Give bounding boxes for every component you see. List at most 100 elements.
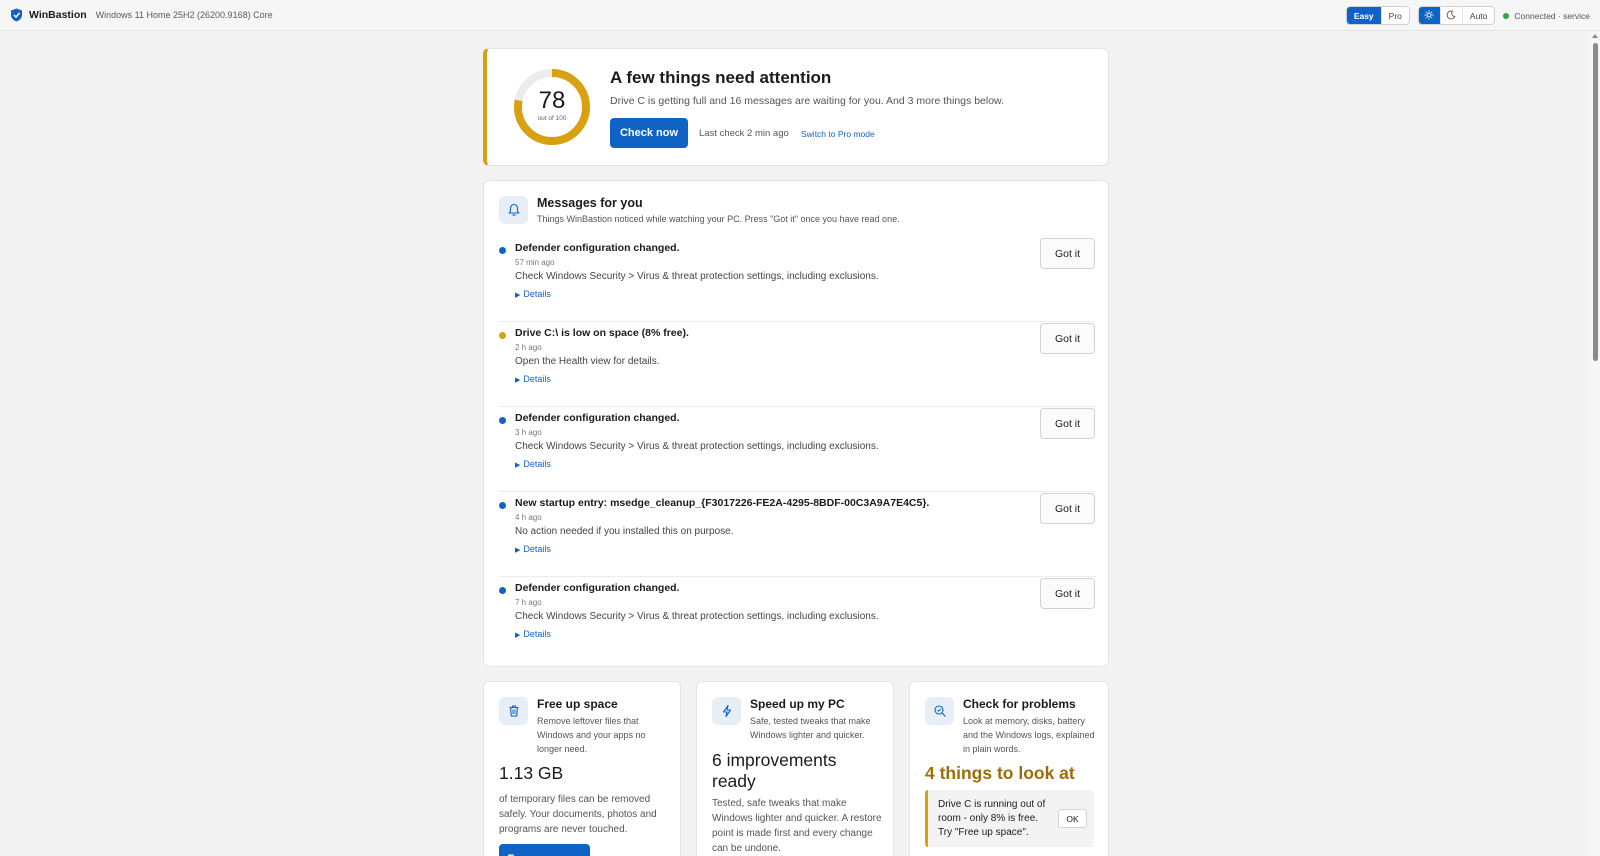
tile-title: Free up space bbox=[537, 697, 618, 711]
notice-ok-button[interactable]: OK bbox=[1058, 809, 1087, 828]
message-item: Defender configuration changed. 7 h ago … bbox=[499, 577, 1095, 662]
tile-body: Tested, safe tweaks that make Windows li… bbox=[712, 798, 882, 854]
message-body: Check Windows Security > Virus & threat … bbox=[515, 611, 879, 622]
message-details-toggle[interactable]: ▶ Details bbox=[515, 374, 551, 384]
got-it-button[interactable]: Got it bbox=[1040, 578, 1095, 609]
message-details-toggle[interactable]: ▶ Details bbox=[515, 289, 551, 299]
check-problems-tile: Check for problems Look at memory, disks… bbox=[909, 681, 1109, 856]
connection-label: Connected · service bbox=[1514, 10, 1590, 21]
top-controls: Easy Pro Auto Connected · service bbox=[1345, 6, 1590, 25]
message-title: Defender configuration changed. bbox=[515, 412, 680, 424]
health-score: 78 bbox=[538, 87, 566, 114]
scroll-up-arrow-icon[interactable] bbox=[1592, 34, 1598, 38]
message-body: Open the Health view for details. bbox=[515, 356, 660, 367]
message-title: Drive C:\ is low on space (8% free). bbox=[515, 327, 689, 339]
caret-right-icon: ▶ bbox=[515, 462, 521, 469]
theme-auto-option[interactable]: Auto bbox=[1463, 7, 1495, 24]
reclaimable-size: 1.13 GB bbox=[499, 763, 564, 783]
message-status-dot bbox=[499, 502, 506, 509]
message-status-dot bbox=[499, 332, 506, 339]
message-status-dot bbox=[499, 417, 506, 424]
message-body: Check Windows Security > Virus & threat … bbox=[515, 441, 879, 452]
issue-notice: Drive C is running out of room - only 8%… bbox=[925, 790, 1094, 847]
improvements-count: 6 improvements ready bbox=[712, 750, 837, 791]
trash-icon bbox=[499, 697, 528, 725]
notice-text: Drive C is running out of room - only 8%… bbox=[938, 799, 1046, 838]
message-details-toggle[interactable]: ▶ Details bbox=[515, 459, 551, 469]
got-it-button[interactable]: Got it bbox=[1040, 238, 1095, 269]
mode-switch: Easy Pro bbox=[1345, 6, 1410, 25]
messages-title: Messages for you bbox=[537, 196, 643, 210]
speed-up-tile: Speed up my PC Safe, tested tweaks that … bbox=[696, 681, 894, 856]
message-item: New startup entry: msedge_cleanup_{F3017… bbox=[499, 492, 1095, 577]
message-time: 3 h ago bbox=[515, 428, 542, 437]
details-label: Details bbox=[523, 459, 551, 469]
details-label: Details bbox=[523, 289, 551, 299]
theme-switch: Auto bbox=[1417, 6, 1496, 25]
shield-logo-icon bbox=[10, 8, 23, 22]
free-space-tile: Free up space Remove leftover files that… bbox=[483, 681, 681, 856]
app-name: WinBastion bbox=[29, 9, 87, 21]
caret-right-icon: ▶ bbox=[515, 547, 521, 554]
details-label: Details bbox=[523, 544, 551, 554]
os-info: Windows 11 Home 25H2 (26200.9168) Core bbox=[95, 10, 273, 20]
message-body: Check Windows Security > Virus & threat … bbox=[515, 271, 879, 282]
check-now-button[interactable]: Check now bbox=[610, 118, 688, 148]
theme-light-option[interactable] bbox=[1418, 7, 1441, 24]
message-time: 7 h ago bbox=[515, 598, 542, 607]
free-up-space-button[interactable]: Free up space bbox=[499, 844, 590, 856]
message-title: Defender configuration changed. bbox=[515, 582, 680, 594]
tile-title: Speed up my PC bbox=[750, 697, 845, 711]
page-title: A few things need attention bbox=[610, 68, 832, 87]
magnifier-check-icon bbox=[925, 697, 954, 725]
message-list: Defender configuration changed. 57 min a… bbox=[499, 237, 1095, 662]
tile-description: Remove leftover files that Windows and y… bbox=[537, 716, 646, 754]
hero-subtitle: Drive C is getting full and 16 messages … bbox=[610, 95, 1004, 107]
health-summary-card: 78 out of 100 A few things need attentio… bbox=[483, 48, 1109, 166]
health-score-ring: 78 out of 100 bbox=[512, 67, 592, 147]
top-bar: WinBastion Windows 11 Home 25H2 (26200.9… bbox=[0, 0, 1600, 31]
message-status-dot bbox=[499, 247, 506, 254]
messages-card: Messages for you Things WinBastion notic… bbox=[483, 180, 1109, 667]
message-body: No action needed if you installed this o… bbox=[515, 526, 734, 537]
status-dot bbox=[1503, 12, 1510, 19]
message-details-toggle[interactable]: ▶ Details bbox=[515, 544, 551, 554]
got-it-button[interactable]: Got it bbox=[1040, 323, 1095, 354]
sun-icon bbox=[1424, 10, 1434, 22]
message-title: New startup entry: msedge_cleanup_{F3017… bbox=[515, 497, 930, 509]
message-item: Defender configuration changed. 57 min a… bbox=[499, 237, 1095, 322]
lightning-icon bbox=[712, 697, 741, 725]
tile-body: of temporary files can be removed safely… bbox=[499, 794, 657, 835]
message-time: 4 h ago bbox=[515, 513, 542, 522]
message-time: 2 h ago bbox=[515, 343, 542, 352]
mode-pro-option[interactable]: Pro bbox=[1382, 7, 1409, 24]
mode-easy-option[interactable]: Easy bbox=[1346, 7, 1382, 24]
scrollbar-thumb[interactable] bbox=[1593, 43, 1598, 361]
connection-status: Connected · service bbox=[1503, 11, 1590, 21]
messages-subtitle: Things WinBastion noticed while watching… bbox=[537, 214, 900, 224]
theme-dark-option[interactable] bbox=[1441, 7, 1463, 24]
message-time: 57 min ago bbox=[515, 258, 555, 267]
tile-description: Look at memory, disks, battery and the W… bbox=[963, 716, 1095, 754]
details-label: Details bbox=[523, 629, 551, 639]
caret-right-icon: ▶ bbox=[515, 292, 521, 299]
bell-icon bbox=[499, 196, 528, 224]
score-caption: out of 100 bbox=[537, 115, 567, 122]
page-scrollbar[interactable] bbox=[1590, 31, 1600, 856]
last-check-label: Last check 2 min ago bbox=[699, 128, 789, 139]
message-title: Defender configuration changed. bbox=[515, 242, 680, 254]
details-label: Details bbox=[523, 374, 551, 384]
message-item: Drive C:\ is low on space (8% free). 2 h… bbox=[499, 322, 1095, 407]
got-it-button[interactable]: Got it bbox=[1040, 408, 1095, 439]
tile-description: Safe, tested tweaks that make Windows li… bbox=[750, 716, 871, 740]
message-item: Defender configuration changed. 3 h ago … bbox=[499, 407, 1095, 492]
caret-right-icon: ▶ bbox=[515, 632, 521, 639]
tile-title: Check for problems bbox=[963, 697, 1076, 711]
message-status-dot bbox=[499, 587, 506, 594]
switch-pro-link[interactable]: Switch to Pro mode bbox=[801, 129, 875, 139]
moon-icon bbox=[1446, 10, 1456, 22]
caret-right-icon: ▶ bbox=[515, 377, 521, 384]
got-it-button[interactable]: Got it bbox=[1040, 493, 1095, 524]
message-details-toggle[interactable]: ▶ Details bbox=[515, 629, 551, 639]
issues-count: 4 things to look at bbox=[925, 763, 1075, 783]
